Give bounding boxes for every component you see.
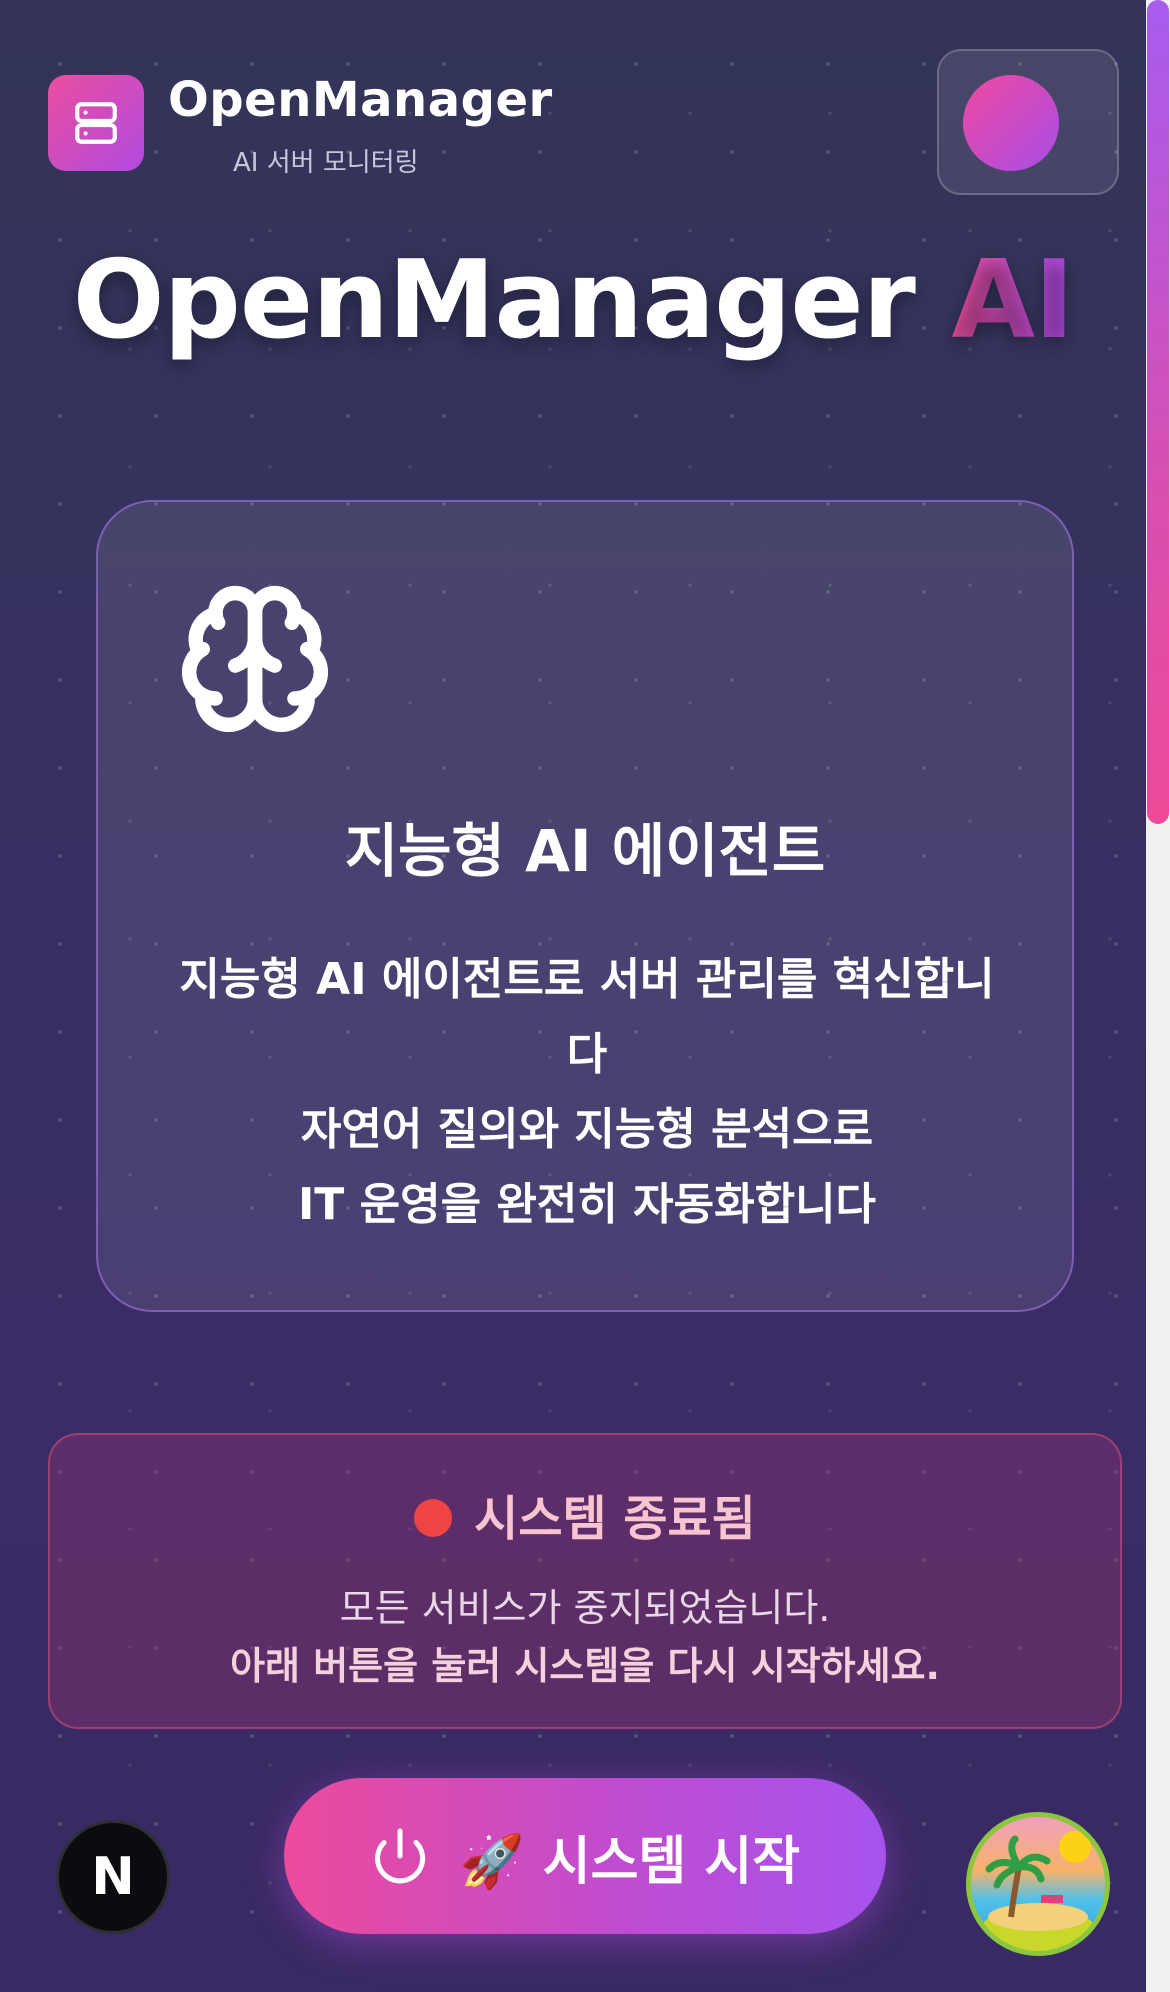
status-title: 시스템 종료됨 (474, 1491, 756, 1547)
scrollbar-thumb[interactable] (1147, 0, 1169, 824)
nextjs-logo-letter: N (91, 1847, 135, 1907)
avatar (963, 75, 1059, 171)
card-description-line: IT 운영을 완전히 자동화합니다 (297, 1179, 877, 1230)
scrollbar[interactable] (1146, 0, 1170, 1992)
profile-button[interactable] (937, 49, 1119, 195)
card-description-line: 자연어 질의와 지능형 분석으로 (300, 1104, 874, 1155)
hero-title: OpenManager AI (0, 238, 1146, 363)
system-status-panel: 시스템 종료됨 모든 서비스가 중지되었습니다. 아래 버튼을 눌러 시스템을 … (48, 1433, 1122, 1729)
status-instruction: 아래 버튼을 눌러 시스템을 다시 시작하세요. (230, 1644, 940, 1688)
status-indicator-dot (414, 1499, 453, 1537)
card-description: 지능형 AI 에이전트로 서버 관리를 혁신합니다 자연어 질의와 지능형 분석… (168, 942, 1006, 1242)
feature-card[interactable]: 지능형 AI 에이전트 지능형 AI 에이전트로 서버 관리를 혁신합니다 자연… (96, 500, 1074, 1312)
card-description-line: 지능형 AI 에이전트로 서버 관리를 혁신합니다 (179, 954, 995, 1080)
status-message: 모든 서비스가 중지되었습니다. (339, 1586, 831, 1630)
logo[interactable] (48, 75, 144, 171)
server-icon (75, 102, 117, 144)
brand-subtitle: AI 서버 모니터링 (233, 148, 419, 178)
card-title: 지능형 AI 에이전트 (344, 817, 826, 885)
island-illustration (978, 1823, 1099, 1951)
brand-title: OpenManager (168, 72, 553, 128)
nextjs-badge[interactable]: N (56, 1820, 170, 1934)
status-heading: 시스템 종료됨 (50, 1479, 1120, 1549)
brain-icon (181, 585, 329, 733)
power-icon (375, 1828, 425, 1884)
hero-title-accent: AI (951, 238, 1075, 363)
island-icon[interactable] (966, 1812, 1110, 1956)
start-system-label: 🚀 시스템 시작 (459, 1831, 801, 1892)
hero-title-main: OpenManager (72, 238, 952, 363)
start-system-button[interactable]: 🚀 시스템 시작 (284, 1778, 886, 1934)
